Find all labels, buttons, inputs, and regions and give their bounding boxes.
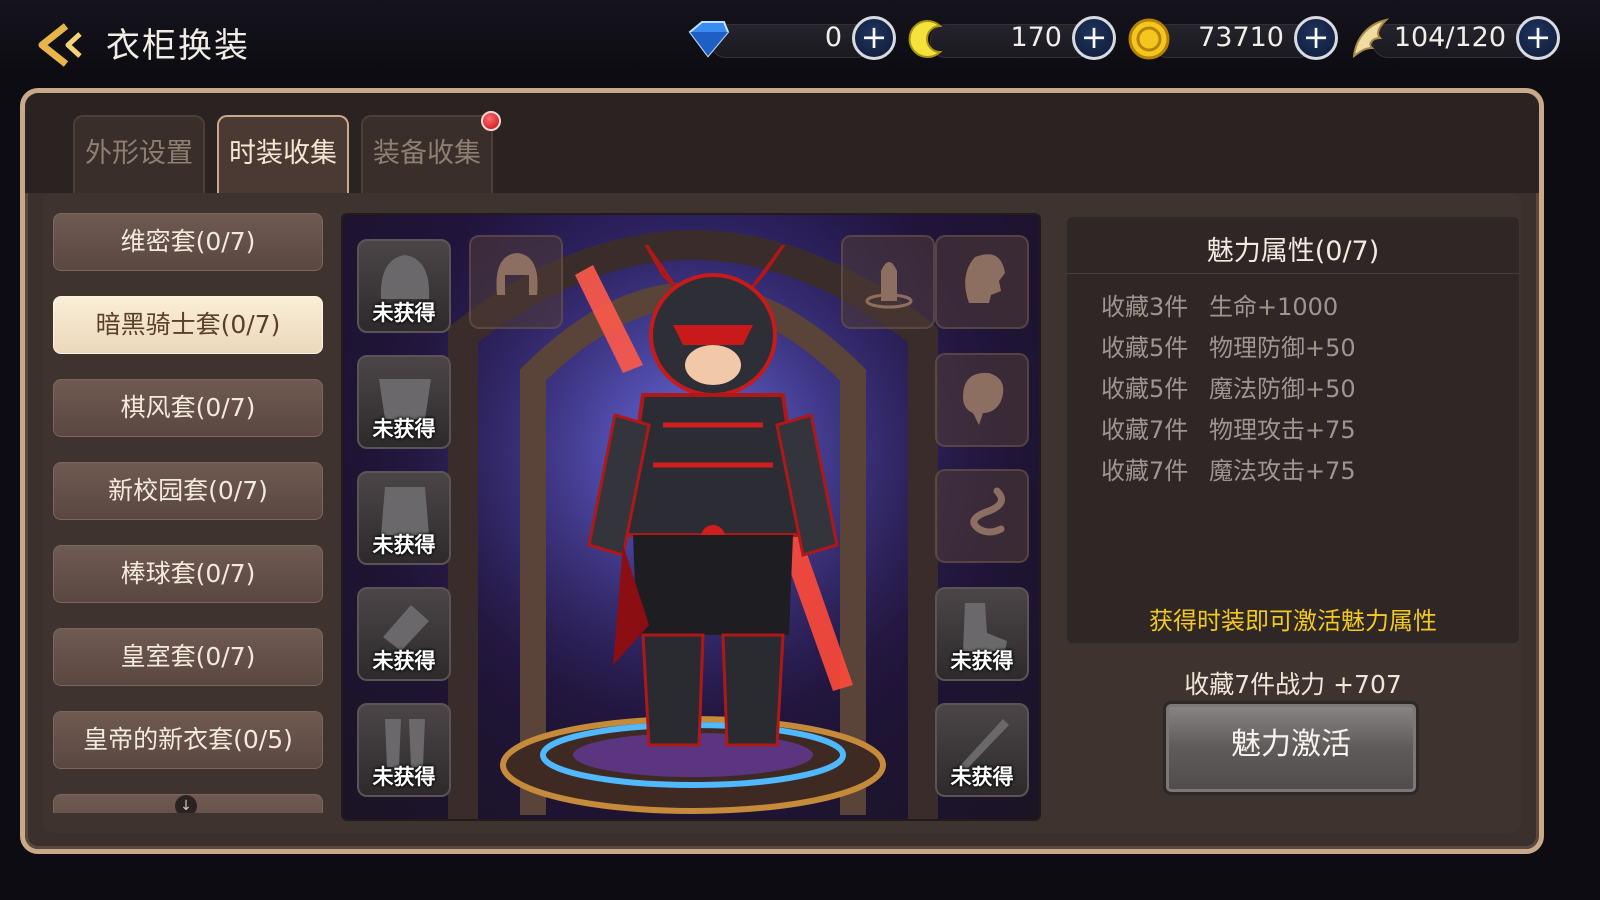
charm-row: 收藏5件 物理防御+50: [1101, 328, 1356, 363]
charm-row-effect: 物理防御+50: [1209, 334, 1356, 362]
charm-row-count: 收藏3件: [1101, 293, 1189, 321]
collection-power-bonus: 收藏7件战力 +707: [1184, 670, 1402, 699]
charm-title: 魅力属性(0/7): [1206, 236, 1380, 267]
legs-slot[interactable]: 未获得: [357, 703, 451, 797]
diamond-resource: 0 +: [688, 16, 896, 60]
character-preview[interactable]: 未获得 未获得 未获得 未获得 未获得 未获得 未获得: [341, 213, 1041, 821]
set-item[interactable]: 皇室套(0/7): [53, 628, 323, 686]
charm-row-effect: 生命+1000: [1209, 293, 1339, 321]
charm-attributes-panel: 魅力属性(0/7) 收藏3件 生命+1000 收藏5件 物理防御+50 收藏5件 魔法…: [1067, 217, 1519, 643]
hairstyle-icon: [963, 372, 1004, 425]
charm-row-effect: 物理攻击+75: [1209, 416, 1356, 444]
diamond-icon: [688, 21, 730, 58]
charm-row-count: 收藏5件: [1101, 334, 1189, 362]
face-slot[interactable]: [935, 235, 1029, 329]
charm-row: 收藏3件 生命+1000: [1101, 287, 1338, 322]
tab-label: 外形设置: [85, 138, 193, 169]
set-item[interactable]: 棋风套(0/7): [53, 379, 323, 437]
add-stamina-button[interactable]: +: [1516, 16, 1560, 60]
gold-resource: 73710 +: [1128, 16, 1338, 60]
hair-icon: [496, 253, 538, 295]
tab-fashion-collection[interactable]: 时装收集: [217, 115, 349, 193]
wardrobe-panel: 外形设置 时装收集 装备收集 维密套(0/7) 暗黑骑士套(0/7) 棋风套(0…: [20, 88, 1544, 854]
slot-status: 未获得: [372, 765, 436, 789]
body-slot[interactable]: 未获得: [357, 471, 451, 565]
aura-slot[interactable]: [841, 235, 935, 329]
diamond-count: 0: [824, 22, 842, 53]
add-diamond-button[interactable]: +: [852, 16, 896, 60]
charm-row-count: 收藏7件: [1101, 457, 1189, 485]
content-area: 维密套(0/7) 暗黑骑士套(0/7) 棋风套(0/7) 新校园套(0/7) 棒…: [43, 193, 1521, 833]
hair-slot[interactable]: [469, 235, 563, 329]
page-title: 衣柜换装: [106, 26, 250, 66]
crescent-currency-icon: [908, 20, 943, 58]
tab-equipment-collection[interactable]: 装备收集: [361, 115, 493, 193]
top-bar: 衣柜换装 0 + 170 + 73710 + 104/120 +: [0, 0, 1600, 84]
set-item[interactable]: 维密套(0/7): [53, 213, 323, 271]
face-profile-icon: [965, 254, 1005, 303]
aura-icon: [865, 262, 913, 309]
set-item[interactable]: 新校园套(0/7): [53, 462, 323, 520]
slot-status: 未获得: [372, 533, 436, 557]
dark-knight-character: [575, 245, 853, 747]
back-arrow-icon[interactable]: [36, 22, 90, 68]
charm-row-effect: 魔法攻击+75: [1209, 457, 1356, 485]
charm-row: 收藏7件 物理攻击+75: [1101, 410, 1356, 445]
add-gold-button[interactable]: +: [1294, 16, 1338, 60]
gold-count: 73710: [1198, 22, 1284, 53]
charm-row: 收藏5件 魔法防御+50: [1101, 369, 1356, 404]
gold-coin-icon: [1128, 18, 1170, 60]
tab-label: 装备收集: [373, 138, 481, 169]
slot-status: 未获得: [950, 765, 1014, 789]
charm-row: 收藏7件 魔法攻击+75: [1101, 451, 1356, 486]
tab-label: 时装收集: [229, 138, 337, 169]
charm-activate-button[interactable]: 魅力激活: [1163, 701, 1419, 795]
stamina-count: 104/120: [1393, 22, 1506, 53]
hairstyle-slot[interactable]: [935, 353, 1029, 447]
wing-stamina-icon: [1352, 18, 1390, 59]
tab-bar: 外形设置 时装收集 装备收集: [25, 93, 1539, 193]
tail-slot[interactable]: [935, 469, 1029, 563]
add-crescent-button[interactable]: +: [1072, 16, 1116, 60]
crescent-resource: 170 +: [908, 16, 1116, 60]
charm-row-count: 收藏5件: [1101, 375, 1189, 403]
crescent-count: 170: [1010, 22, 1062, 53]
slot-status: 未获得: [950, 649, 1014, 673]
slot-status: 未获得: [372, 417, 436, 441]
charm-row-count: 收藏7件: [1101, 416, 1189, 444]
tab-appearance-settings[interactable]: 外形设置: [73, 115, 205, 193]
chest-slot[interactable]: 未获得: [357, 355, 451, 449]
set-item[interactable]: 皇帝的新衣套(0/5): [53, 711, 323, 769]
helmet-slot[interactable]: 未获得: [357, 239, 451, 333]
divider: [1067, 273, 1519, 274]
gauntlet-slot[interactable]: 未获得: [357, 587, 451, 681]
stamina-resource: 104/120 +: [1352, 16, 1560, 60]
weapon-slot[interactable]: 未获得: [935, 703, 1029, 797]
set-item[interactable]: 棒球套(0/7): [53, 545, 323, 603]
slot-status: 未获得: [372, 649, 436, 673]
set-item-selected[interactable]: 暗黑骑士套(0/7): [53, 296, 323, 354]
scroll-down-icon[interactable]: ↓: [175, 795, 197, 813]
charm-row-effect: 魔法防御+50: [1209, 375, 1356, 403]
costume-set-list[interactable]: 维密套(0/7) 暗黑骑士套(0/7) 棋风套(0/7) 新校园套(0/7) 棒…: [53, 213, 323, 813]
boots-slot[interactable]: 未获得: [935, 587, 1029, 681]
notification-dot: [481, 111, 501, 131]
tail-icon: [970, 487, 1005, 536]
slot-status: 未获得: [372, 301, 436, 325]
charm-hint: 获得时装即可激活魅力属性: [1149, 607, 1437, 635]
